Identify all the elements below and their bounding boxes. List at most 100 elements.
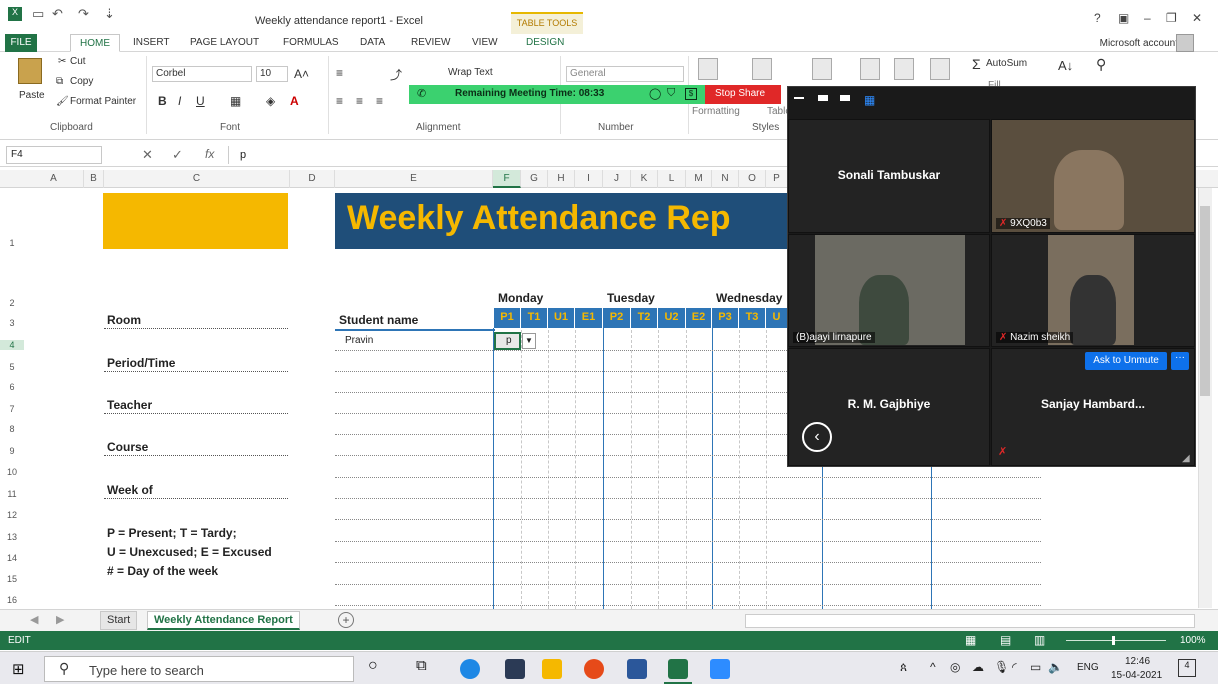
add-sheet-icon[interactable]: + bbox=[338, 612, 354, 628]
bold-icon[interactable]: B bbox=[158, 94, 167, 108]
next-sheet-icon[interactable]: ▶ bbox=[56, 613, 64, 626]
conditional-formatting-icon[interactable] bbox=[698, 58, 718, 80]
font-name-select[interactable]: Corbel bbox=[152, 66, 252, 82]
previous-page-icon[interactable]: ‹ bbox=[802, 422, 832, 452]
font-color-icon[interactable]: A bbox=[290, 94, 299, 108]
number-format-select[interactable]: General bbox=[566, 66, 684, 82]
align-left-icon[interactable]: ≡ bbox=[336, 94, 343, 108]
delete-cells-icon[interactable] bbox=[894, 58, 914, 80]
more-options-button[interactable]: ··· bbox=[1171, 352, 1189, 370]
cut-button[interactable]: Cut bbox=[70, 56, 86, 67]
tab-page-layout[interactable]: PAGE LAYOUT bbox=[190, 34, 259, 52]
clock-time[interactable]: 12:46 bbox=[1125, 656, 1150, 667]
sheet-tab-weekly-attendance[interactable]: Weekly Attendance Report bbox=[147, 611, 300, 630]
column-header[interactable]: L bbox=[658, 170, 686, 188]
column-header[interactable]: I bbox=[575, 170, 603, 188]
tray-app-icon[interactable]: ◎ bbox=[950, 660, 960, 674]
format-as-table-icon[interactable] bbox=[752, 58, 772, 80]
restore-button[interactable]: ❐ bbox=[1166, 11, 1177, 25]
copy-icon[interactable]: ⧉ bbox=[56, 76, 63, 87]
excel-taskbar-icon[interactable] bbox=[668, 659, 688, 679]
wrap-text-button[interactable]: Wrap Text bbox=[448, 67, 493, 78]
redo-icon[interactable]: ↷ bbox=[78, 6, 89, 24]
report-title-banner[interactable]: Weekly Attendance Rep bbox=[335, 193, 790, 249]
ask-to-unmute-button[interactable]: Ask to Unmute bbox=[1085, 352, 1167, 370]
cancel-icon[interactable]: ✕ bbox=[142, 147, 153, 163]
prev-sheet-icon[interactable]: ◀ bbox=[30, 613, 38, 626]
zoom-level[interactable]: 100% bbox=[1180, 635, 1206, 646]
italic-icon[interactable]: I bbox=[178, 94, 181, 108]
stop-share-button[interactable]: Stop Share bbox=[705, 85, 781, 104]
video-tile[interactable]: Sonali Tambuskar bbox=[788, 119, 990, 233]
minimize-video-icon[interactable] bbox=[794, 97, 804, 99]
row-header[interactable]: 13 bbox=[0, 532, 24, 542]
row-header[interactable]: 4 bbox=[0, 340, 24, 350]
tab-design[interactable]: DESIGN bbox=[526, 34, 564, 52]
week-of-field[interactable] bbox=[104, 498, 288, 499]
sheet-tab-start[interactable]: Start bbox=[100, 611, 138, 630]
column-header[interactable]: K bbox=[631, 170, 658, 188]
ribbon-display-button[interactable]: ▣ bbox=[1118, 11, 1129, 25]
conditional-formatting-label[interactable]: Formatting bbox=[692, 106, 740, 117]
tab-insert[interactable]: INSERT bbox=[133, 34, 170, 52]
row-header[interactable]: 16 bbox=[0, 595, 24, 605]
grow-font-icon[interactable]: A˄ bbox=[294, 67, 309, 81]
normal-view-icon[interactable]: ▦ bbox=[965, 633, 976, 647]
dropdown-arrow-icon[interactable]: ▼ bbox=[522, 333, 536, 349]
zoom-app-icon[interactable] bbox=[710, 659, 730, 679]
insert-function-icon[interactable]: fx bbox=[205, 147, 214, 161]
tab-home[interactable]: HOME bbox=[70, 34, 120, 52]
column-header[interactable]: A bbox=[24, 170, 84, 188]
help-button[interactable]: ? bbox=[1094, 11, 1101, 25]
format-painter-icon[interactable]: 🖌 bbox=[56, 96, 69, 107]
row-header[interactable]: 7 bbox=[0, 404, 24, 414]
row-header[interactable]: 2 bbox=[0, 298, 24, 308]
logo-placeholder-cell[interactable] bbox=[103, 193, 288, 249]
avatar[interactable] bbox=[1176, 34, 1194, 52]
cell-styles-icon[interactable] bbox=[812, 58, 832, 80]
row-header[interactable]: 14 bbox=[0, 553, 24, 563]
zoom-slider-thumb[interactable] bbox=[1112, 636, 1115, 645]
row-header[interactable]: 6 bbox=[0, 382, 24, 392]
font-size-select[interactable]: 10 bbox=[256, 66, 288, 82]
column-header[interactable]: F bbox=[493, 170, 521, 188]
autosum-button[interactable]: AutoSum bbox=[986, 58, 1027, 69]
sort-filter-icon[interactable]: A↓ bbox=[1058, 58, 1073, 73]
microphone-icon[interactable]: 🎙 bbox=[994, 660, 1009, 674]
video-tile[interactable]: (B)ajayi lirnapure bbox=[788, 234, 990, 347]
format-painter-button[interactable]: Format Painter bbox=[70, 96, 136, 107]
wifi-icon[interactable]: ◜ bbox=[1012, 660, 1017, 674]
zoom-slider[interactable] bbox=[1066, 640, 1166, 641]
room-field[interactable] bbox=[104, 328, 288, 329]
row-header[interactable]: 5 bbox=[0, 362, 24, 372]
speaker-view-icon[interactable] bbox=[818, 95, 828, 101]
dollar-icon[interactable]: $ bbox=[685, 88, 697, 100]
notification-icon[interactable]: 4 bbox=[1178, 659, 1196, 677]
horizontal-scrollbar[interactable] bbox=[745, 614, 1195, 628]
resize-handle-icon[interactable]: ◢ bbox=[1182, 453, 1190, 464]
edge-icon[interactable] bbox=[460, 659, 480, 679]
tab-formulas[interactable]: FORMULAS bbox=[283, 34, 339, 52]
tab-view[interactable]: VIEW bbox=[472, 34, 498, 52]
paste-icon[interactable] bbox=[18, 58, 42, 84]
column-header[interactable]: H bbox=[548, 170, 575, 188]
people-icon[interactable]: ጰ bbox=[900, 660, 907, 675]
vertical-scroll-thumb[interactable] bbox=[1200, 206, 1210, 396]
underline-icon[interactable]: U bbox=[196, 94, 205, 108]
strip-view-icon[interactable] bbox=[840, 95, 850, 101]
autosum-icon[interactable]: Σ bbox=[972, 56, 981, 72]
column-header[interactable]: M bbox=[686, 170, 712, 188]
row-header[interactable]: 12 bbox=[0, 510, 24, 520]
orientation-icon[interactable]: ⤴ bbox=[390, 66, 402, 83]
account-menu[interactable]: Microsoft account bbox=[1100, 38, 1178, 49]
page-break-view-icon[interactable]: ▥ bbox=[1034, 633, 1045, 647]
task-view-icon[interactable]: ⧉ bbox=[416, 657, 427, 674]
align-top-icon[interactable]: ≡ bbox=[336, 66, 343, 80]
undo-icon[interactable]: ↶ bbox=[52, 6, 63, 24]
formula-input[interactable]: p bbox=[240, 149, 246, 161]
security-icon[interactable]: ◯ bbox=[649, 87, 661, 100]
customize-qat-icon[interactable]: ⇣ bbox=[104, 6, 115, 24]
clock-date[interactable]: 15-04-2021 bbox=[1111, 670, 1162, 681]
gallery-view-icon[interactable]: ▦ bbox=[864, 93, 875, 107]
row-header[interactable]: 3 bbox=[0, 318, 24, 328]
